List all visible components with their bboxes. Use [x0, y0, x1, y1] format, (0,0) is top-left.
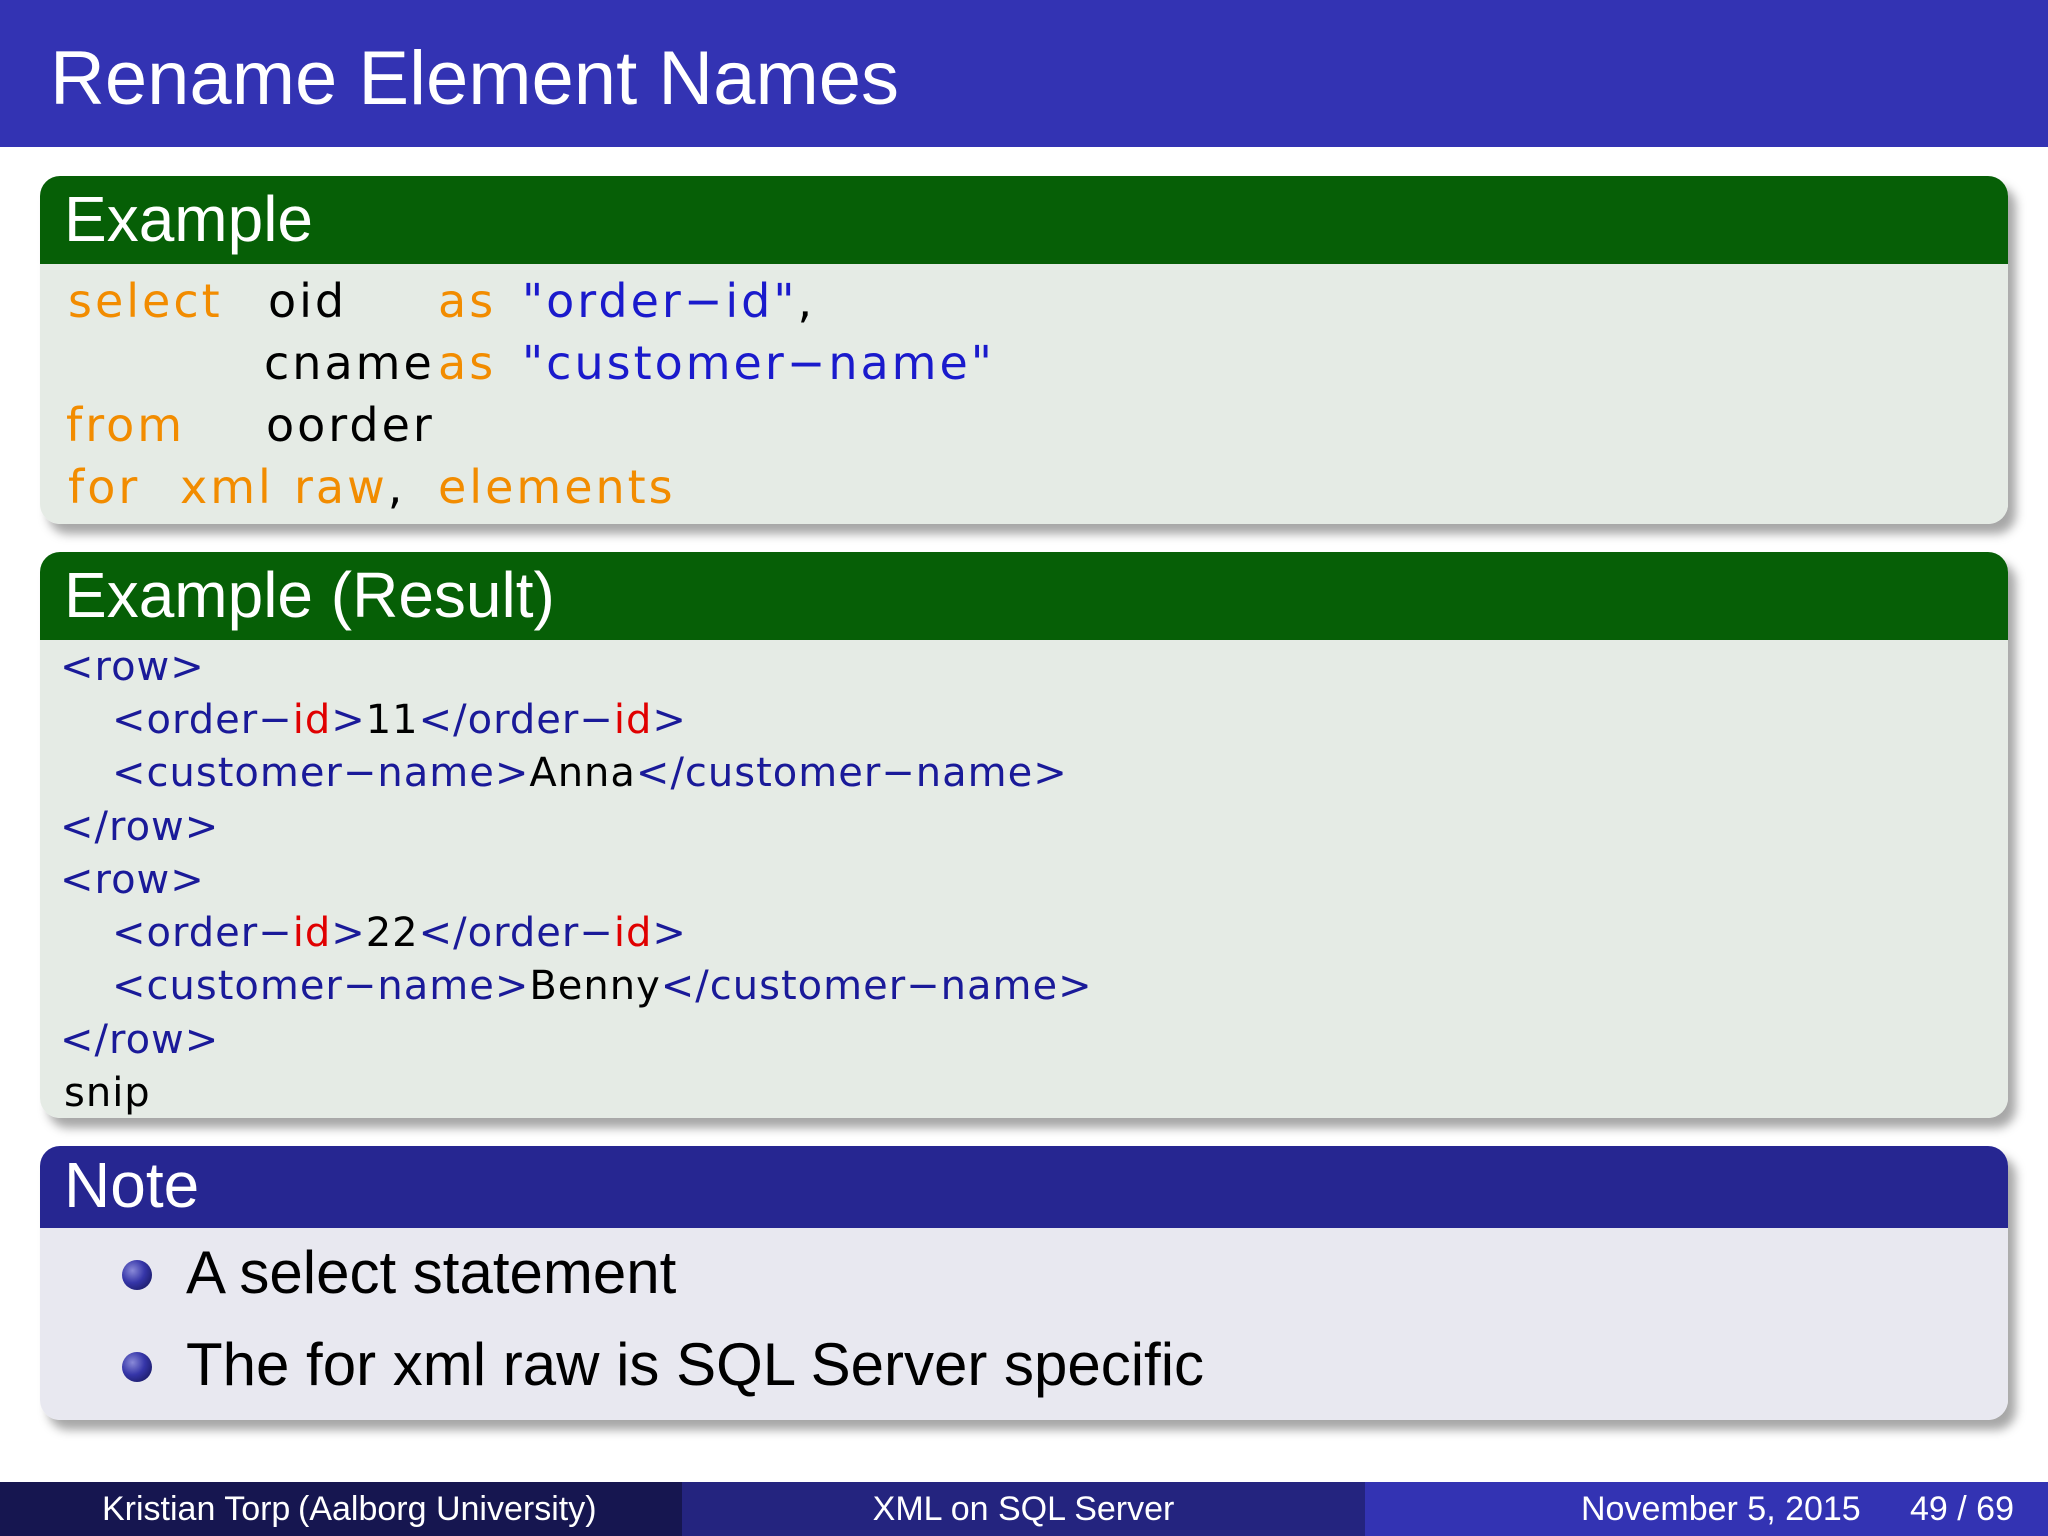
footer-date-section: November 5, 2015 49 / 69: [1365, 1482, 2048, 1536]
sql-string: "order−id": [522, 274, 798, 328]
sql-line-1: select: [68, 274, 223, 328]
sql-string: "customer−name": [522, 336, 995, 390]
xml-tag-row: row: [109, 804, 185, 850]
sql-line-2-cname: cname: [264, 336, 435, 390]
sql-punct: ,: [797, 274, 816, 328]
bullet-icon: [122, 1352, 152, 1382]
sql-keyword: as: [438, 274, 497, 328]
xml-line-8: </row>: [60, 1017, 220, 1063]
sql-line-1-alias: "order−id",: [522, 274, 815, 328]
xml-value: 22: [365, 910, 419, 956]
example-block-title: Example: [64, 183, 313, 255]
xml-tag-id: id: [613, 697, 653, 743]
xml-line-4: </row>: [60, 804, 220, 850]
footer-date: November 5, 2015: [1581, 1490, 1861, 1528]
note-block-title: Note: [64, 1149, 200, 1221]
slide-title: Rename Element Names: [50, 36, 900, 121]
xml-line-9: snip: [64, 1070, 151, 1116]
sql-keyword: for: [68, 460, 141, 514]
footer-page-number: 49 / 69: [1910, 1490, 2014, 1528]
sql-keyword: from: [66, 398, 186, 452]
example-block-body: select oid as "order−id", cname as "cust…: [40, 264, 2008, 524]
footer-talk-title: XML on SQL Server: [872, 1490, 1175, 1528]
xml-tag-order: order−: [467, 910, 614, 956]
note-list-item: A select statement: [40, 1238, 2008, 1308]
sql-line-2-as: as: [438, 336, 496, 390]
sql-text: oorder: [266, 398, 435, 452]
example-block: Example select oid as "order−id", cname …: [40, 176, 2008, 524]
sql-line-3-table: oorder: [266, 398, 435, 452]
slide-footer: Kristian Torp (Aalborg University) XML o…: [0, 1482, 2048, 1536]
xml-value: Anna: [529, 750, 636, 796]
xml-line-2: <order−id>11</order−id>: [112, 697, 687, 743]
xml-tag-customer-name: customer−name: [709, 963, 1059, 1009]
sql-text: cname: [264, 336, 435, 390]
note-block: Note A select statement The for xml raw …: [40, 1146, 2008, 1420]
sql-line-1-oid: oid: [268, 274, 347, 328]
xml-tag-order: order−: [146, 910, 293, 956]
xml-tag-id: id: [292, 910, 332, 956]
sql-line-4-for: for: [68, 460, 140, 514]
sql-text: oid: [268, 274, 348, 328]
result-block-body: <row> <order−id>11</order−id> <customer−…: [40, 640, 2008, 1118]
sql-keyword: select: [68, 274, 223, 328]
result-block-title: Example (Result): [64, 559, 555, 631]
result-block-header: Example (Result): [40, 552, 2008, 640]
xml-tag-row: row: [94, 644, 171, 690]
xml-tag-order: order−: [146, 697, 293, 743]
footer-author: Kristian Torp: [102, 1490, 291, 1528]
slide-title-bar: Rename Element Names: [0, 0, 2048, 147]
xml-tag-row: row: [94, 857, 171, 903]
sql-keyword: elements: [438, 460, 676, 514]
xml-snip: snip: [64, 1070, 151, 1116]
sql-keyword: raw: [294, 460, 388, 514]
sql-punct: ,: [387, 460, 406, 514]
xml-tag-customer-name: customer−name: [146, 750, 495, 796]
xml-tag-id: id: [613, 910, 653, 956]
xml-line-5: <row>: [60, 857, 205, 903]
xml-tag-row: row: [109, 1017, 185, 1063]
xml-value: 11: [365, 697, 419, 743]
xml-line-1: <row>: [60, 644, 205, 690]
note-block-header: Note: [40, 1146, 2008, 1228]
footer-author-section: Kristian Torp (Aalborg University): [0, 1482, 682, 1536]
sql-keyword: as: [438, 336, 497, 390]
xml-tag-order: order−: [467, 697, 614, 743]
footer-affiliation: (Aalborg University): [298, 1490, 597, 1528]
example-block-header: Example: [40, 176, 2008, 264]
bullet-icon: [122, 1260, 152, 1290]
xml-line-3: <customer−name>Anna</customer−name>: [112, 750, 1068, 796]
sql-line-1-as: as: [438, 274, 496, 328]
result-block: Example (Result) <row> <order−id>11</ord…: [40, 552, 2008, 1118]
sql-line-4-raw: raw,: [294, 460, 405, 514]
sql-line-4-xml: xml: [180, 460, 274, 514]
xml-line-6: <order−id>22</order−id>: [112, 910, 687, 956]
note-block-body: A select statement The for xml raw is SQ…: [40, 1228, 2008, 1420]
xml-tag-id: id: [292, 697, 332, 743]
note-list-item: The for xml raw is SQL Server specific: [40, 1330, 2008, 1400]
footer-title-section: XML on SQL Server: [682, 1482, 1365, 1536]
xml-tag-customer-name: customer−name: [146, 963, 495, 1009]
note-item-text: The for xml raw is SQL Server specific: [186, 1331, 1205, 1398]
sql-line-2-alias: "customer−name": [522, 336, 995, 390]
note-item-text: A select statement: [186, 1239, 677, 1306]
sql-line-4-elements: elements: [438, 460, 676, 514]
xml-line-7: <customer−name>Benny</customer−name>: [112, 963, 1093, 1009]
sql-line-3-from: from: [66, 398, 185, 452]
xml-tag-customer-name: customer−name: [684, 750, 1034, 796]
sql-keyword: xml: [180, 460, 274, 514]
xml-value: Benny: [529, 963, 661, 1009]
